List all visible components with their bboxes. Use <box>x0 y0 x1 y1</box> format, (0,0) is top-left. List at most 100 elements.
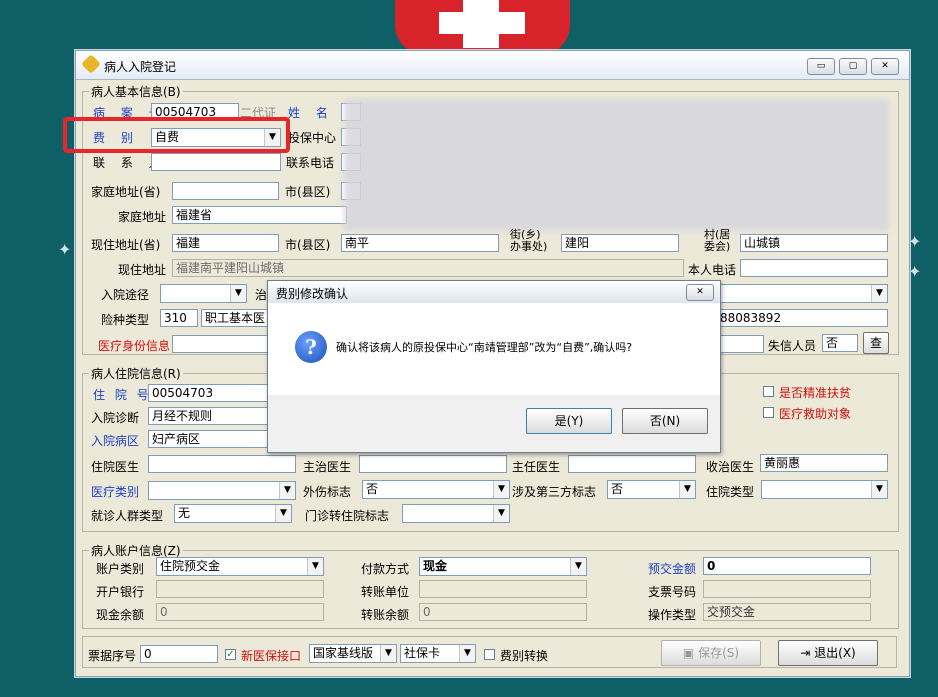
chevron-down-icon: ▼ <box>493 505 509 522</box>
medical-identity-label: 医疗身份信息 <box>98 339 171 353</box>
own-phone-input[interactable] <box>740 259 888 277</box>
chevron-down-icon: ▼ <box>493 481 509 498</box>
cash-balance-input[interactable]: 0 <box>156 603 324 621</box>
home-province-input[interactable] <box>172 182 279 200</box>
app-icon <box>81 54 101 74</box>
diagnosis-label: 入院诊断 <box>91 411 140 425</box>
diagnosis-input[interactable]: 月经不规则 <box>148 407 268 425</box>
fee-transfer-checkbox[interactable] <box>484 649 495 660</box>
office-input[interactable]: 建阳 <box>561 234 679 252</box>
ward-input[interactable]: 妇产病区 <box>148 430 268 448</box>
bank-label: 开户银行 <box>96 585 145 599</box>
account-type-select[interactable]: 住院预交金 ▼ <box>156 557 324 576</box>
committee-label: 村(居 委会) <box>704 228 731 253</box>
new-insurance-label: 新医保接口 <box>241 649 302 663</box>
poverty-label: 是否精准扶贫 <box>779 386 852 400</box>
card-select[interactable]: 社保卡 ▼ <box>400 644 476 663</box>
office-label: 街(乡) 办事处) <box>510 228 548 253</box>
aid-label: 医疗救助对象 <box>779 407 852 421</box>
phone-number-input[interactable]: 88083892 <box>716 309 888 327</box>
insurance-type-name[interactable]: 职工基本医 <box>201 309 271 327</box>
admitting-input[interactable]: 黄丽惠 <box>760 454 888 472</box>
chief-input[interactable] <box>568 455 696 473</box>
account-type-label: 账户类别 <box>96 562 145 576</box>
home-province-label: 家庭地址(省) <box>91 185 161 199</box>
current-province-label: 现住地址(省) <box>91 238 161 252</box>
poverty-checkbox[interactable] <box>763 386 774 397</box>
close-button[interactable]: ✕ <box>871 58 899 75</box>
save-button[interactable]: ▣ 保存(S) <box>661 640 761 666</box>
medical-category-select[interactable]: ▼ <box>148 481 296 500</box>
inpatient-no-input[interactable]: 00504703 <box>148 384 268 402</box>
save-icon: ▣ <box>682 646 699 660</box>
exit-button[interactable]: ⇥ 退出(X) <box>778 640 878 666</box>
third-party-select[interactable]: 否 ▼ <box>607 480 696 499</box>
chevron-down-icon: ▼ <box>459 645 475 662</box>
interface-value: 国家基线版 <box>313 646 374 660</box>
minimize-button[interactable]: ▭ <box>807 58 835 75</box>
admit-path-select[interactable]: ▼ <box>160 284 247 303</box>
admit-path-label: 入院途径 <box>101 288 150 302</box>
unemployed-label: 失信人员 <box>768 339 817 353</box>
medical-category-label: 医疗类别 <box>91 485 140 499</box>
background-decoration: ✦ <box>908 232 922 251</box>
injury-value: 否 <box>366 482 379 496</box>
chevron-down-icon: ▼ <box>871 285 887 302</box>
background-decoration: ✦ <box>908 262 922 281</box>
transfer-balance-input[interactable]: 0 <box>419 603 587 621</box>
exit-button-label: 退出(X) <box>814 646 856 660</box>
dialog-title: 费别修改确认 <box>276 287 349 301</box>
chevron-down-icon: ▼ <box>380 645 396 662</box>
interface-select[interactable]: 国家基线版 ▼ <box>309 644 397 663</box>
current-address-input[interactable]: 福建南平建阳山城镇 <box>172 259 684 277</box>
identity-extra-input[interactable] <box>716 335 764 353</box>
yes-button[interactable]: 是(Y) <box>526 408 612 434</box>
prepay-input[interactable]: 0 <box>703 557 871 575</box>
contact-input[interactable] <box>151 153 281 171</box>
unemployed-input[interactable]: 否 <box>822 334 858 352</box>
aid-checkbox[interactable] <box>763 407 774 418</box>
current-county-input[interactable]: 南平 <box>341 234 499 252</box>
new-insurance-checkbox[interactable]: ✓ <box>225 649 236 660</box>
visitor-type-select[interactable]: 无 ▼ <box>174 504 292 523</box>
outpatient-transfer-select[interactable]: ▼ <box>402 504 510 523</box>
treatment-select[interactable]: ▼ <box>716 284 888 303</box>
dialog-message: 确认将该病人的原投保中心“南靖管理部”改为“自费”,确认吗? <box>336 341 633 354</box>
save-button-label: 保存(S) <box>698 646 740 660</box>
doctor-label: 住院医生 <box>91 460 140 474</box>
home-address-input[interactable]: 福建省 <box>172 206 347 224</box>
insurance-type-code[interactable]: 310 <box>160 309 198 327</box>
dialog-titlebar[interactable]: 费别修改确认 ✕ <box>268 281 720 304</box>
transfer-unit-input[interactable] <box>419 580 587 598</box>
query-button[interactable]: 查 <box>863 332 889 354</box>
insurance-center-label: 投保中心 <box>288 131 337 145</box>
restore-button[interactable]: ▢ <box>839 58 867 75</box>
stay-type-select[interactable]: ▼ <box>761 480 888 499</box>
medical-identity-input[interactable] <box>172 335 272 353</box>
ticket-label: 票据序号 <box>88 649 137 663</box>
dialog-close-button[interactable]: ✕ <box>686 284 714 301</box>
attending-label: 主治医生 <box>303 460 352 474</box>
attending-input[interactable] <box>359 455 507 473</box>
current-province-input[interactable]: 福建 <box>172 234 279 252</box>
operation-type-input[interactable]: 交预交金 <box>703 603 871 621</box>
pay-method-label: 付款方式 <box>361 562 410 576</box>
question-icon: ? <box>295 331 327 363</box>
ticket-input[interactable]: 0 <box>140 645 218 663</box>
no-button[interactable]: 否(N) <box>622 408 708 434</box>
basic-info-legend: 病人基本信息(B) <box>91 85 181 99</box>
card-value: 社保卡 <box>404 646 441 660</box>
injury-select[interactable]: 否 ▼ <box>362 480 510 499</box>
bank-input[interactable] <box>156 580 324 598</box>
pay-method-select[interactable]: 现金 ▼ <box>419 557 587 576</box>
background-logo <box>395 0 570 55</box>
stay-info-legend: 病人住院信息(R) <box>91 367 181 381</box>
name-label: 姓 名 <box>288 106 334 120</box>
current-county-label: 市(县区) <box>285 238 331 252</box>
cheque-input[interactable] <box>703 580 871 598</box>
window-titlebar[interactable]: 病人入院登记 ▭ ▢ ✕ <box>76 51 909 80</box>
committee-input[interactable]: 山城镇 <box>740 234 888 252</box>
chevron-down-icon: ▼ <box>570 558 586 575</box>
ward-label: 入院病区 <box>91 434 140 448</box>
doctor-input[interactable] <box>148 455 296 473</box>
